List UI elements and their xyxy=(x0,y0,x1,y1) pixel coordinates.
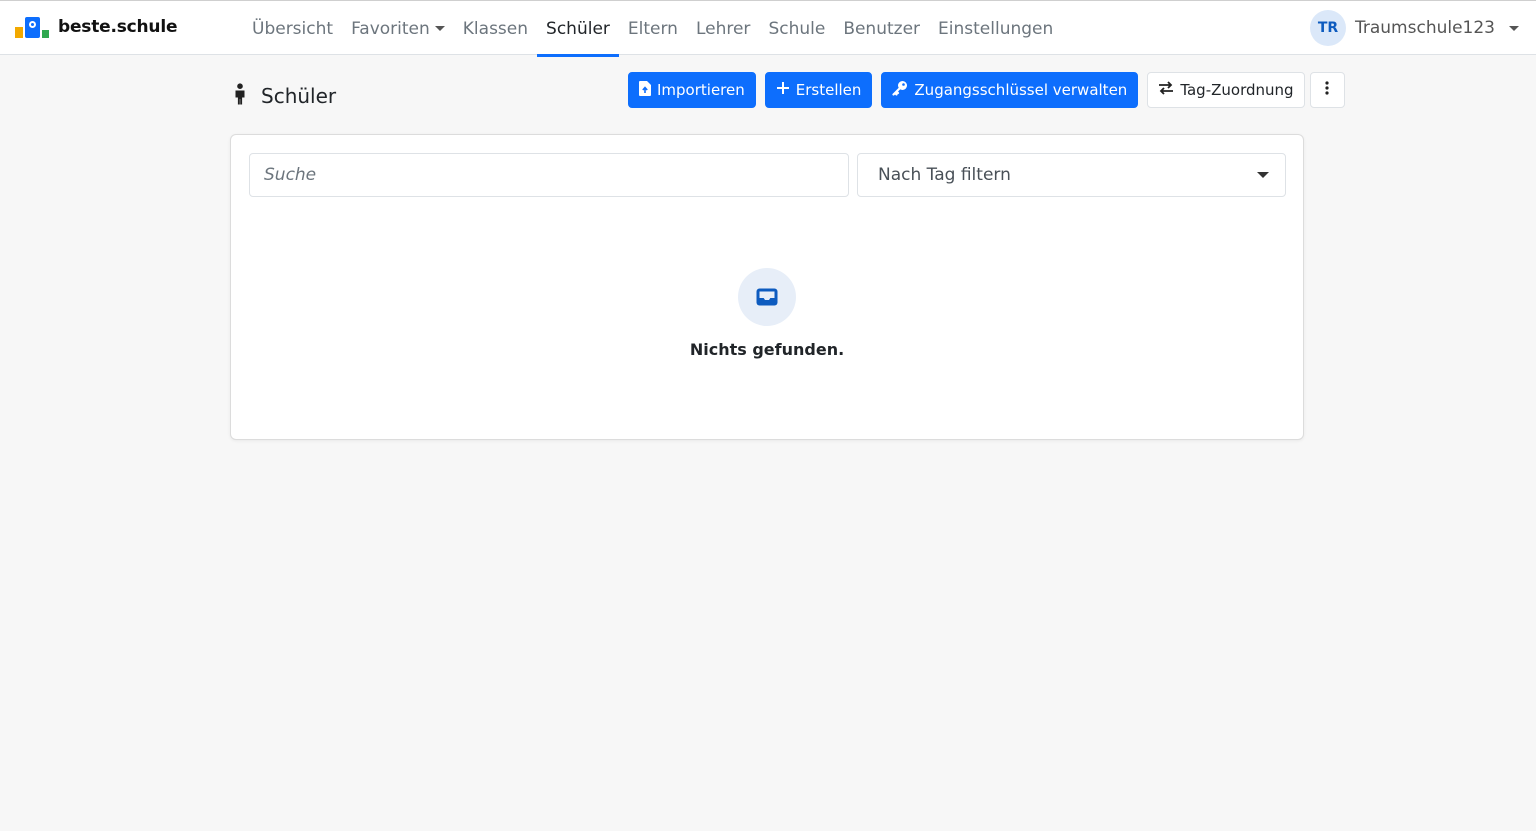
nav-item-schueler[interactable]: Schüler xyxy=(537,1,619,57)
search-input[interactable] xyxy=(249,153,849,197)
page-title-text: Schüler xyxy=(261,84,337,108)
page-toolbar: Importieren Erstellen Zugangsschlüssel v… xyxy=(628,72,1345,108)
nav-item-benutzer[interactable]: Benutzer xyxy=(834,1,929,56)
page-title: Schüler xyxy=(231,82,336,110)
nav-item-label: Einstellungen xyxy=(938,18,1054,39)
manage-keys-button-label: Zugangsschlüssel verwalten xyxy=(914,81,1128,99)
nav-item-label: Favoriten xyxy=(351,18,430,39)
nav-item-label: Schüler xyxy=(546,18,610,39)
nav-item-favoriten[interactable]: Favoriten xyxy=(342,1,454,56)
main-nav: Übersicht Favoriten Klassen Schüler Elte… xyxy=(243,1,1062,57)
import-button-label: Importieren xyxy=(657,81,745,99)
nav-item-label: Schule xyxy=(768,18,826,39)
tag-filter-select[interactable]: Nach Tag filtern xyxy=(857,153,1286,197)
user-menu[interactable]: TR Traumschule123 xyxy=(1309,10,1519,46)
nav-item-label: Eltern xyxy=(627,18,678,39)
tag-filter-value: Nach Tag filtern xyxy=(878,165,1011,185)
nav-item-uebersicht[interactable]: Übersicht xyxy=(243,1,342,56)
tag-assignment-button[interactable]: Tag-Zuordnung xyxy=(1147,72,1305,108)
key-icon xyxy=(892,80,908,100)
nav-item-lehrer[interactable]: Lehrer xyxy=(687,1,759,56)
import-button[interactable]: Importieren xyxy=(628,72,756,108)
more-vertical-icon xyxy=(1325,81,1329,99)
nav-item-klassen[interactable]: Klassen xyxy=(454,1,537,56)
nav-item-label: Übersicht xyxy=(252,18,334,39)
nav-item-eltern[interactable]: Eltern xyxy=(619,1,687,56)
plus-icon xyxy=(776,81,790,99)
person-standing-icon xyxy=(231,83,249,109)
nav-item-label: Benutzer xyxy=(843,18,921,39)
caret-down-icon xyxy=(434,26,445,31)
more-actions-button[interactable] xyxy=(1309,72,1345,108)
nav-item-einstellungen[interactable]: Einstellungen xyxy=(929,1,1062,56)
chevron-down-icon xyxy=(1257,172,1269,178)
nav-item-schule[interactable]: Schule xyxy=(759,1,834,56)
file-import-icon xyxy=(639,80,651,100)
caret-down-icon xyxy=(1509,25,1519,31)
tag-assignment-button-label: Tag-Zuordnung xyxy=(1180,81,1294,99)
empty-state-message: Nichts gefunden. xyxy=(689,340,845,359)
inbox-icon xyxy=(738,268,796,326)
user-name: Traumschule123 xyxy=(1354,18,1495,38)
students-card: Nach Tag filtern Nichts gefunden. xyxy=(230,134,1304,440)
top-navbar: beste.schule Übersicht Favoriten Klassen… xyxy=(0,0,1536,57)
nav-item-label: Klassen xyxy=(462,18,529,39)
create-button-label: Erstellen xyxy=(795,81,862,99)
brand-logo-icon xyxy=(15,16,49,38)
brand-link[interactable]: beste.schule xyxy=(15,16,177,38)
arrows-swap-icon xyxy=(1158,81,1174,99)
manage-keys-button[interactable]: Zugangsschlüssel verwalten xyxy=(881,72,1139,108)
nav-item-label: Lehrer xyxy=(695,18,751,39)
brand-name: beste.schule xyxy=(58,17,178,37)
avatar: TR xyxy=(1309,10,1346,46)
create-button[interactable]: Erstellen xyxy=(764,72,873,108)
